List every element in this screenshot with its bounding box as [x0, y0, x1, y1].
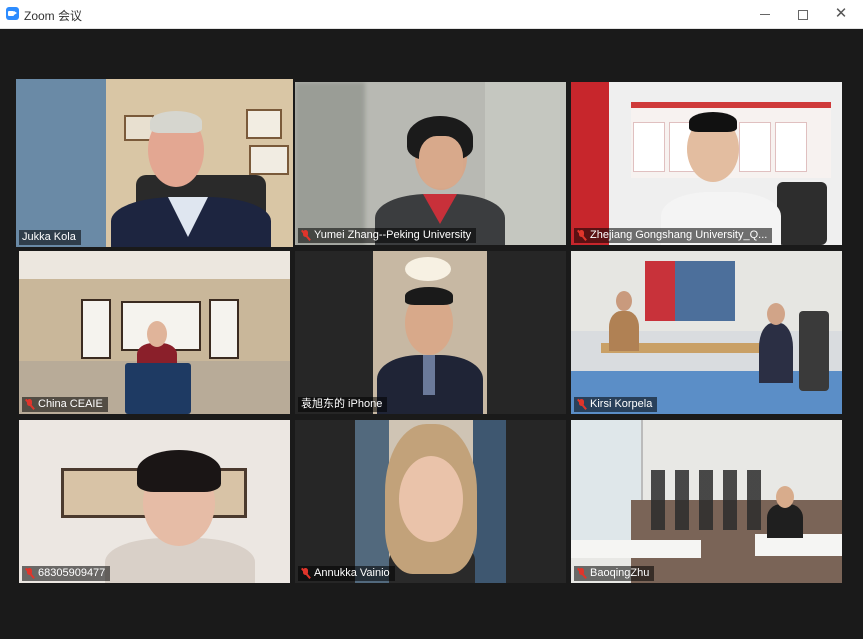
- participant-name-label: Annukka Vainio: [298, 566, 395, 581]
- video-tile-china-ceaie[interactable]: China CEAIE: [19, 251, 290, 414]
- painting: [81, 299, 111, 359]
- video-background: [295, 82, 365, 245]
- microphone-muted-icon: [577, 399, 586, 410]
- video-tile-yumei-zhang[interactable]: Yumei Zhang--Peking University: [295, 82, 566, 245]
- person-head: [147, 321, 167, 347]
- maximize-button[interactable]: [784, 0, 822, 28]
- picture-frame: [249, 145, 289, 175]
- participant-name-label: Yumei Zhang--Peking University: [298, 228, 477, 243]
- video-feed: [355, 420, 506, 583]
- minimize-button[interactable]: [746, 0, 784, 28]
- hair: [689, 112, 737, 132]
- participant-name-label: BaoqingZhu: [574, 566, 655, 581]
- zoom-app-icon: [6, 7, 19, 20]
- microphone-muted-icon: [301, 230, 310, 241]
- participant-name-label: Zhejiang Gongshang University_Q...: [574, 228, 773, 243]
- video-tile-68305909477[interactable]: 68305909477: [19, 420, 290, 583]
- video-tile-iphone[interactable]: 袁旭东的 iPhone: [295, 251, 566, 414]
- video-tile-baoqingzhu[interactable]: BaoqingZhu: [571, 420, 842, 583]
- video-tile-jukka-kola[interactable]: Jukka Kola: [16, 79, 293, 247]
- participant-name-label: China CEAIE: [22, 397, 108, 412]
- bookshelf: [473, 420, 506, 583]
- chair: [777, 182, 827, 245]
- participant-name-label: Jukka Kola: [19, 230, 81, 245]
- close-icon: ✕: [834, 5, 848, 22]
- picture-frame: [246, 109, 282, 139]
- participant-name-label: 68305909477: [22, 566, 111, 581]
- video-tile-kirsi-korpela[interactable]: Kirsi Korpela: [571, 251, 842, 414]
- microphone-muted-icon: [25, 399, 34, 410]
- podium: [125, 363, 191, 414]
- ceiling: [19, 251, 290, 279]
- participant-name-label: Kirsi Korpela: [574, 397, 658, 412]
- chair-row: [651, 470, 771, 530]
- microphone-muted-icon: [577, 568, 586, 579]
- maximize-icon: [798, 9, 808, 20]
- bookshelf: [355, 420, 389, 583]
- desk: [571, 540, 701, 558]
- ceiling-lamp: [405, 257, 451, 281]
- video-tile-zhejiang-gongshang[interactable]: Zhejiang Gongshang University_Q...: [571, 82, 842, 245]
- face: [419, 136, 463, 188]
- video-gallery: Jukka Kola Yumei Zhang--Peking Universit…: [0, 29, 863, 639]
- wall-poster-panel: [775, 122, 807, 172]
- microphone-muted-icon: [301, 568, 310, 579]
- minimize-icon: [760, 14, 770, 16]
- tie: [423, 355, 435, 395]
- red-banner: [645, 261, 675, 321]
- person-head: [616, 291, 632, 311]
- video-feed: [373, 251, 487, 414]
- participant-name-label: 袁旭东的 iPhone: [298, 397, 388, 412]
- hair: [150, 111, 202, 133]
- hair: [405, 287, 453, 305]
- red-banner: [571, 82, 609, 245]
- video-tile-annukka-vainio[interactable]: Annukka Vainio: [295, 420, 566, 583]
- wall-poster-panel: [633, 122, 665, 172]
- person-head: [776, 486, 794, 508]
- microphone-muted-icon: [25, 568, 34, 579]
- wall-poster-panel: [739, 122, 771, 172]
- painting: [209, 299, 239, 359]
- person-head: [399, 456, 463, 542]
- window-title: Zoom 会议: [24, 9, 83, 23]
- person-body: [759, 323, 793, 383]
- blue-wall: [675, 261, 735, 321]
- hair: [137, 450, 221, 492]
- person-head: [767, 303, 785, 325]
- person-body: [767, 504, 803, 538]
- title-bar: Zoom 会议 ✕: [0, 0, 863, 29]
- video-background: [16, 79, 106, 247]
- microphone-muted-icon: [577, 230, 586, 241]
- person-body: [609, 311, 639, 351]
- close-button[interactable]: ✕: [822, 0, 860, 28]
- chair: [799, 311, 829, 391]
